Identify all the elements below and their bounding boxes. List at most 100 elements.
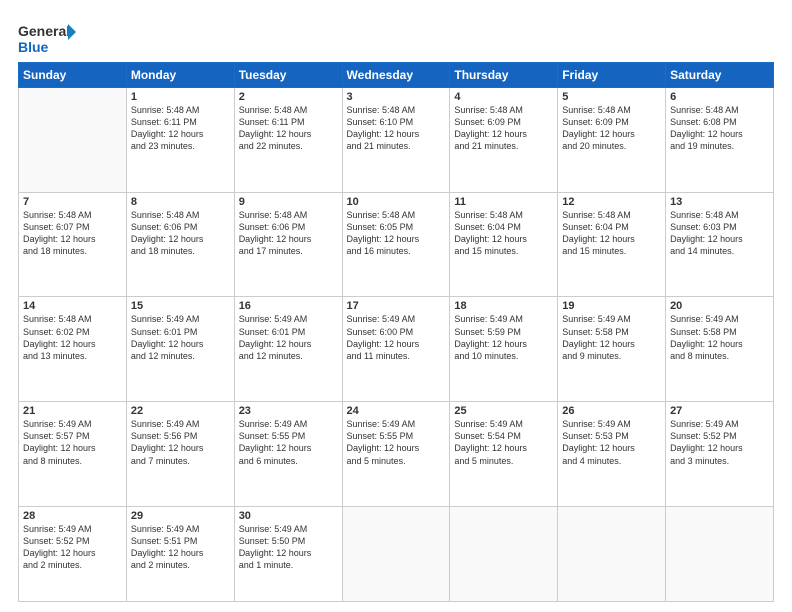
- calendar-cell: 1Sunrise: 5:48 AM Sunset: 6:11 PM Daylig…: [126, 88, 234, 193]
- day-number: 9: [239, 196, 338, 208]
- svg-text:General: General: [18, 23, 70, 39]
- day-info: Sunrise: 5:48 AM Sunset: 6:11 PM Dayligh…: [131, 104, 230, 153]
- calendar-cell: 25Sunrise: 5:49 AM Sunset: 5:54 PM Dayli…: [450, 402, 558, 507]
- col-header-thursday: Thursday: [450, 63, 558, 88]
- day-number: 8: [131, 196, 230, 208]
- day-number: 20: [670, 300, 769, 312]
- week-row-4: 21Sunrise: 5:49 AM Sunset: 5:57 PM Dayli…: [19, 402, 774, 507]
- day-number: 12: [562, 196, 661, 208]
- day-info: Sunrise: 5:48 AM Sunset: 6:06 PM Dayligh…: [131, 209, 230, 258]
- col-header-tuesday: Tuesday: [234, 63, 342, 88]
- calendar-cell: 29Sunrise: 5:49 AM Sunset: 5:51 PM Dayli…: [126, 506, 234, 601]
- day-number: 5: [562, 91, 661, 103]
- calendar-cell: 17Sunrise: 5:49 AM Sunset: 6:00 PM Dayli…: [342, 297, 450, 402]
- calendar-cell: 11Sunrise: 5:48 AM Sunset: 6:04 PM Dayli…: [450, 192, 558, 297]
- calendar-cell: 22Sunrise: 5:49 AM Sunset: 5:56 PM Dayli…: [126, 402, 234, 507]
- day-info: Sunrise: 5:49 AM Sunset: 5:50 PM Dayligh…: [239, 523, 338, 572]
- day-info: Sunrise: 5:49 AM Sunset: 5:56 PM Dayligh…: [131, 418, 230, 467]
- calendar-cell: 5Sunrise: 5:48 AM Sunset: 6:09 PM Daylig…: [558, 88, 666, 193]
- calendar-cell: 20Sunrise: 5:49 AM Sunset: 5:58 PM Dayli…: [666, 297, 774, 402]
- calendar-cell: 30Sunrise: 5:49 AM Sunset: 5:50 PM Dayli…: [234, 506, 342, 601]
- day-info: Sunrise: 5:49 AM Sunset: 5:58 PM Dayligh…: [562, 313, 661, 362]
- day-info: Sunrise: 5:48 AM Sunset: 6:11 PM Dayligh…: [239, 104, 338, 153]
- week-row-3: 14Sunrise: 5:48 AM Sunset: 6:02 PM Dayli…: [19, 297, 774, 402]
- calendar-table: SundayMondayTuesdayWednesdayThursdayFrid…: [18, 62, 774, 602]
- col-header-sunday: Sunday: [19, 63, 127, 88]
- calendar-cell: 2Sunrise: 5:48 AM Sunset: 6:11 PM Daylig…: [234, 88, 342, 193]
- calendar-cell: 13Sunrise: 5:48 AM Sunset: 6:03 PM Dayli…: [666, 192, 774, 297]
- calendar-cell: 4Sunrise: 5:48 AM Sunset: 6:09 PM Daylig…: [450, 88, 558, 193]
- calendar-cell: 3Sunrise: 5:48 AM Sunset: 6:10 PM Daylig…: [342, 88, 450, 193]
- day-number: 3: [347, 91, 446, 103]
- day-info: Sunrise: 5:49 AM Sunset: 6:00 PM Dayligh…: [347, 313, 446, 362]
- day-info: Sunrise: 5:49 AM Sunset: 5:54 PM Dayligh…: [454, 418, 553, 467]
- page: GeneralBlue SundayMondayTuesdayWednesday…: [0, 0, 792, 612]
- day-number: 27: [670, 405, 769, 417]
- day-number: 19: [562, 300, 661, 312]
- calendar-cell: 6Sunrise: 5:48 AM Sunset: 6:08 PM Daylig…: [666, 88, 774, 193]
- calendar-cell: 15Sunrise: 5:49 AM Sunset: 6:01 PM Dayli…: [126, 297, 234, 402]
- day-info: Sunrise: 5:48 AM Sunset: 6:09 PM Dayligh…: [454, 104, 553, 153]
- day-number: 23: [239, 405, 338, 417]
- day-info: Sunrise: 5:49 AM Sunset: 5:57 PM Dayligh…: [23, 418, 122, 467]
- day-info: Sunrise: 5:48 AM Sunset: 6:06 PM Dayligh…: [239, 209, 338, 258]
- day-number: 4: [454, 91, 553, 103]
- day-number: 6: [670, 91, 769, 103]
- calendar-cell: [450, 506, 558, 601]
- day-number: 26: [562, 405, 661, 417]
- day-info: Sunrise: 5:48 AM Sunset: 6:03 PM Dayligh…: [670, 209, 769, 258]
- col-header-saturday: Saturday: [666, 63, 774, 88]
- day-info: Sunrise: 5:49 AM Sunset: 5:55 PM Dayligh…: [239, 418, 338, 467]
- day-number: 21: [23, 405, 122, 417]
- logo: GeneralBlue: [18, 20, 76, 56]
- calendar-cell: 7Sunrise: 5:48 AM Sunset: 6:07 PM Daylig…: [19, 192, 127, 297]
- col-header-friday: Friday: [558, 63, 666, 88]
- day-number: 7: [23, 196, 122, 208]
- col-header-monday: Monday: [126, 63, 234, 88]
- calendar-cell: [19, 88, 127, 193]
- week-row-1: 1Sunrise: 5:48 AM Sunset: 6:11 PM Daylig…: [19, 88, 774, 193]
- calendar-cell: 19Sunrise: 5:49 AM Sunset: 5:58 PM Dayli…: [558, 297, 666, 402]
- day-info: Sunrise: 5:48 AM Sunset: 6:09 PM Dayligh…: [562, 104, 661, 153]
- day-info: Sunrise: 5:49 AM Sunset: 6:01 PM Dayligh…: [131, 313, 230, 362]
- calendar-cell: 26Sunrise: 5:49 AM Sunset: 5:53 PM Dayli…: [558, 402, 666, 507]
- week-row-2: 7Sunrise: 5:48 AM Sunset: 6:07 PM Daylig…: [19, 192, 774, 297]
- day-info: Sunrise: 5:48 AM Sunset: 6:08 PM Dayligh…: [670, 104, 769, 153]
- calendar-cell: 24Sunrise: 5:49 AM Sunset: 5:55 PM Dayli…: [342, 402, 450, 507]
- day-info: Sunrise: 5:48 AM Sunset: 6:07 PM Dayligh…: [23, 209, 122, 258]
- day-info: Sunrise: 5:48 AM Sunset: 6:04 PM Dayligh…: [454, 209, 553, 258]
- col-header-wednesday: Wednesday: [342, 63, 450, 88]
- header: GeneralBlue: [18, 16, 774, 56]
- week-row-5: 28Sunrise: 5:49 AM Sunset: 5:52 PM Dayli…: [19, 506, 774, 601]
- day-number: 2: [239, 91, 338, 103]
- calendar-cell: 16Sunrise: 5:49 AM Sunset: 6:01 PM Dayli…: [234, 297, 342, 402]
- day-number: 1: [131, 91, 230, 103]
- day-info: Sunrise: 5:49 AM Sunset: 5:52 PM Dayligh…: [670, 418, 769, 467]
- day-info: Sunrise: 5:49 AM Sunset: 5:59 PM Dayligh…: [454, 313, 553, 362]
- calendar-cell: [666, 506, 774, 601]
- calendar-cell: 8Sunrise: 5:48 AM Sunset: 6:06 PM Daylig…: [126, 192, 234, 297]
- calendar-cell: 12Sunrise: 5:48 AM Sunset: 6:04 PM Dayli…: [558, 192, 666, 297]
- day-number: 16: [239, 300, 338, 312]
- day-number: 29: [131, 510, 230, 522]
- day-info: Sunrise: 5:49 AM Sunset: 6:01 PM Dayligh…: [239, 313, 338, 362]
- calendar-header-row: SundayMondayTuesdayWednesdayThursdayFrid…: [19, 63, 774, 88]
- day-number: 18: [454, 300, 553, 312]
- calendar-cell: 21Sunrise: 5:49 AM Sunset: 5:57 PM Dayli…: [19, 402, 127, 507]
- day-info: Sunrise: 5:49 AM Sunset: 5:51 PM Dayligh…: [131, 523, 230, 572]
- day-number: 15: [131, 300, 230, 312]
- day-info: Sunrise: 5:48 AM Sunset: 6:05 PM Dayligh…: [347, 209, 446, 258]
- day-info: Sunrise: 5:48 AM Sunset: 6:04 PM Dayligh…: [562, 209, 661, 258]
- day-number: 10: [347, 196, 446, 208]
- day-info: Sunrise: 5:49 AM Sunset: 5:58 PM Dayligh…: [670, 313, 769, 362]
- day-number: 13: [670, 196, 769, 208]
- calendar-cell: 27Sunrise: 5:49 AM Sunset: 5:52 PM Dayli…: [666, 402, 774, 507]
- day-info: Sunrise: 5:48 AM Sunset: 6:10 PM Dayligh…: [347, 104, 446, 153]
- day-info: Sunrise: 5:49 AM Sunset: 5:52 PM Dayligh…: [23, 523, 122, 572]
- day-number: 28: [23, 510, 122, 522]
- day-number: 11: [454, 196, 553, 208]
- day-number: 25: [454, 405, 553, 417]
- day-info: Sunrise: 5:49 AM Sunset: 5:53 PM Dayligh…: [562, 418, 661, 467]
- day-number: 24: [347, 405, 446, 417]
- calendar-cell: 28Sunrise: 5:49 AM Sunset: 5:52 PM Dayli…: [19, 506, 127, 601]
